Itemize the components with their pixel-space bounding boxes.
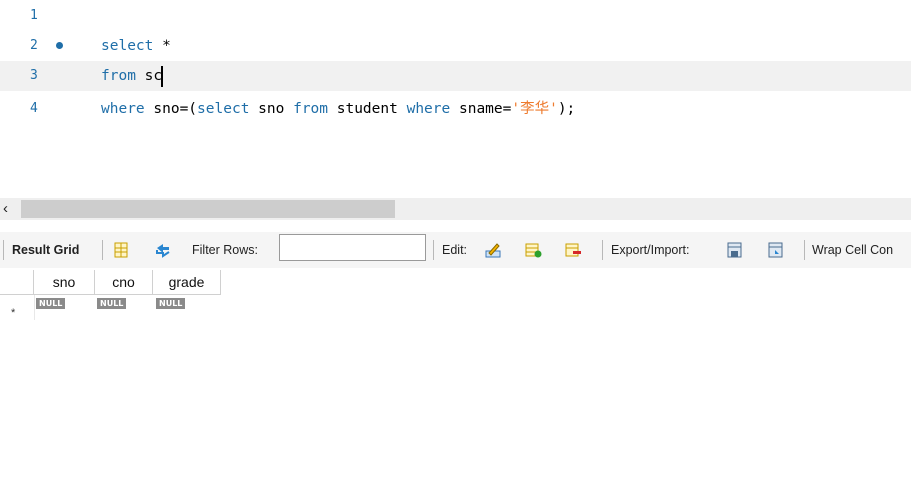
code-token: from (293, 101, 329, 117)
toolbar-divider (3, 240, 4, 260)
code-token: * (153, 38, 171, 54)
code-token: from (101, 68, 136, 84)
add-row-icon[interactable] (524, 241, 542, 259)
editor-line-4[interactable]: 4 where sno=(select sno from student whe… (0, 94, 911, 124)
column-header-grade[interactable]: grade (153, 270, 221, 295)
code-token: sno (249, 101, 294, 117)
export-icon[interactable] (726, 241, 744, 259)
null-badge[interactable]: NULL (156, 298, 186, 309)
code-token: select (101, 38, 154, 54)
line-number: 1 (30, 8, 38, 23)
code-text[interactable]: select * (101, 31, 171, 61)
column-divider (34, 295, 35, 320)
code-text[interactable]: where sno=(select sno from student where… (101, 94, 575, 124)
import-icon[interactable] (767, 241, 785, 259)
code-text[interactable]: from sc (101, 61, 164, 91)
code-token: '李华' (511, 101, 558, 117)
code-token: student (328, 101, 407, 117)
grid-layout-icon[interactable] (112, 241, 130, 259)
filter-rows-label: Filter Rows: (192, 243, 258, 257)
refresh-icon[interactable] (154, 241, 172, 259)
toolbar-divider (804, 240, 805, 260)
horizontal-scrollbar[interactable]: ‹ (0, 198, 911, 220)
code-token: sc (135, 68, 163, 84)
toolbar-divider (433, 240, 434, 260)
edit-cell-icon[interactable] (484, 241, 502, 259)
editor-line-1[interactable]: 1 (0, 1, 911, 31)
code-token: where (406, 101, 451, 117)
column-header-sno[interactable]: sno (34, 270, 95, 295)
edit-label: Edit: (442, 243, 468, 257)
column-header-cno[interactable]: cno (95, 270, 153, 295)
result-grid-tab[interactable]: Result Grid (12, 232, 79, 268)
line-number: 4 (30, 101, 38, 116)
sql-editor[interactable]: 1 2 select * 3 from sc 4 where sno=(sele… (0, 0, 911, 200)
line-number: 2 (30, 38, 38, 53)
toolbar-divider (102, 240, 103, 260)
toolbar-divider (602, 240, 603, 260)
line-number: 3 (30, 68, 38, 83)
editor-line-2[interactable]: 2 select * (0, 31, 911, 61)
code-token: ); (557, 101, 576, 117)
delete-row-icon[interactable] (564, 241, 582, 259)
code-token: select (197, 101, 250, 117)
wrap-cell-content-label[interactable]: Wrap Cell Con (812, 232, 893, 268)
statement-marker-icon (56, 42, 63, 49)
export-import-label: Export/Import: (611, 243, 690, 257)
result-toolbar: Result Grid Filter Rows: Edit: Export/Im… (0, 232, 911, 268)
scrollbar-thumb[interactable] (21, 200, 395, 218)
new-row-marker: * (11, 307, 16, 319)
code-token: sname= (450, 101, 512, 117)
filter-rows-input[interactable] (279, 234, 426, 261)
editor-line-3[interactable]: 3 from sc (0, 61, 911, 91)
grid-corner-header (0, 270, 34, 295)
code-token: where (101, 101, 145, 117)
scroll-left-icon[interactable]: ‹ (3, 198, 8, 220)
null-badge[interactable]: NULL (97, 298, 127, 309)
null-badge[interactable]: NULL (36, 298, 66, 309)
text-caret (161, 65, 164, 87)
code-token: sno=( (144, 101, 198, 117)
